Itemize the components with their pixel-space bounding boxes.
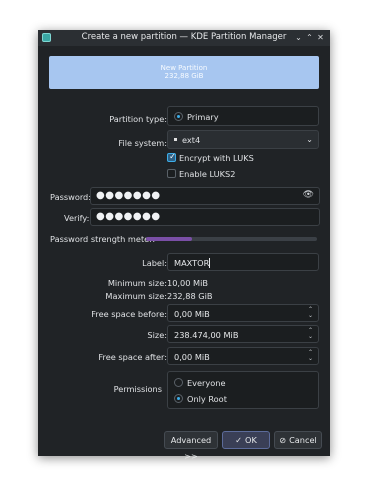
only-root-radio[interactable] [174, 394, 183, 403]
cancel-button-label: Cancel [289, 435, 317, 445]
advanced-button[interactable]: Advanced >> [164, 431, 218, 461]
free-after-label: Free space after: [98, 352, 167, 362]
partition-type-group: Primary [167, 106, 319, 126]
text-cursor [209, 258, 210, 268]
title-bar: Create a new partition — KDE Partition M… [38, 30, 330, 46]
window-title: Create a new partition — KDE Partition M… [81, 32, 287, 42]
password-field[interactable]: ●●●●●●● 👁 [90, 187, 320, 205]
strength-meter [146, 237, 317, 241]
chevron-down-icon: ⌄ [306, 134, 313, 144]
size-value: 238.474,00 MiB [174, 330, 239, 340]
verify-field[interactable]: ●●●●●●● [90, 208, 320, 226]
verify-label: Verify: [64, 213, 90, 223]
dialog-window: Create a new partition — KDE Partition M… [38, 30, 330, 461]
eye-icon[interactable]: 👁 [303, 190, 314, 200]
strength-meter-label: Password strength meter: [50, 234, 156, 244]
max-size-label: Maximum size: [105, 291, 167, 301]
min-size-value: 10,00 MiB [167, 278, 208, 288]
check-icon: ✓ [235, 435, 243, 445]
password-dots: ●●●●●●● [96, 190, 161, 201]
enable-luks2-checkbox[interactable] [167, 169, 176, 178]
primary-radio[interactable] [174, 112, 183, 121]
encrypt-luks-checkbox[interactable] [167, 152, 177, 162]
ok-button-label: OK [245, 435, 257, 445]
size-label: Size: [147, 330, 167, 340]
size-spinbox[interactable]: 238.474,00 MiB ⌃ ⌄ [167, 325, 319, 343]
label-field-label: Label: [142, 258, 167, 268]
ok-button[interactable]: ✓ OK [222, 431, 270, 449]
advanced-button-label: Advanced >> [170, 435, 212, 461]
free-before-label: Free space before: [91, 309, 167, 319]
minimize-button[interactable]: ⌄ [293, 32, 304, 43]
file-system-label: File system: [118, 138, 167, 148]
file-system-value: ext4 [182, 135, 201, 145]
permissions-label: Permissions [113, 384, 162, 394]
min-size-label: Minimum size: [107, 278, 167, 288]
maximize-button[interactable]: ⌃ [304, 32, 315, 43]
free-after-spinbox[interactable]: 0,00 MiB ⌃ ⌄ [167, 347, 319, 365]
filesystem-icon [174, 138, 177, 141]
spin-arrows-icon[interactable]: ⌃ ⌄ [307, 350, 314, 363]
cancel-button[interactable]: ⊘ Cancel [274, 431, 322, 449]
only-root-label: Only Root [187, 394, 227, 404]
free-after-value: 0,00 MiB [174, 352, 210, 362]
encrypt-luks-label: Encrypt with LUKS [179, 153, 254, 163]
spin-arrows-icon[interactable]: ⌃ ⌄ [307, 307, 314, 320]
everyone-radio[interactable] [174, 378, 183, 387]
everyone-label: Everyone [187, 378, 226, 388]
spin-arrows-icon[interactable]: ⌃ ⌄ [307, 328, 314, 341]
close-button[interactable]: ✕ [315, 32, 326, 43]
free-before-value: 0,00 MiB [174, 309, 210, 319]
verify-dots: ●●●●●●● [96, 211, 161, 222]
preview-size: 232,88 GiB [164, 72, 204, 80]
max-size-value: 232,88 GiB [167, 291, 213, 301]
cancel-icon: ⊘ [279, 435, 287, 445]
label-input-value: MAXTOR [174, 258, 210, 268]
primary-label: Primary [187, 112, 219, 122]
partition-type-label: Partition type: [109, 114, 167, 124]
label-input[interactable]: MAXTOR [167, 253, 319, 271]
strength-meter-fill [146, 237, 193, 241]
password-label: Password: [50, 192, 92, 202]
enable-luks2-label: Enable LUKS2 [179, 169, 236, 179]
file-system-combo[interactable]: ext4 ⌄ [167, 130, 319, 149]
free-before-spinbox[interactable]: 0,00 MiB ⌃ ⌄ [167, 304, 319, 322]
partition-preview: New Partition 232,88 GiB [49, 56, 319, 89]
permissions-group: Everyone Only Root [167, 371, 319, 409]
